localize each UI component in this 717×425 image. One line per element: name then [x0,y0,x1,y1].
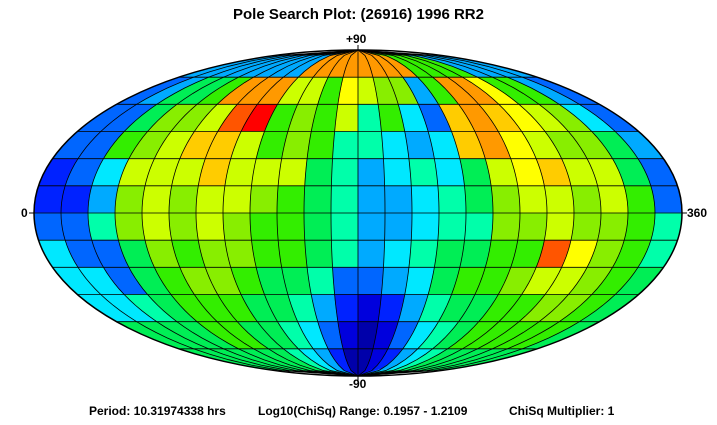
heatmap-cell [434,239,465,268]
heatmap-cell [277,158,308,187]
top-pole-label: +90 [346,32,367,46]
heatmap-cell [114,185,146,214]
heatmap-cell [357,104,382,132]
heatmap-cell [623,212,656,241]
heatmap-cell [650,185,682,214]
heatmap-cell [87,212,119,241]
right-longitude-label: 360 [687,206,708,220]
heatmap-cell [195,185,226,214]
heatmap-cell [303,185,332,214]
heatmap-cell [141,212,172,241]
heatmap-cell [251,158,282,187]
heatmap-cell [195,212,226,241]
heatmap-cell [277,239,308,268]
heatmap-cell [222,185,252,214]
heatmap-cell [410,185,440,214]
heatmap-cell [357,294,382,322]
period-text: Period: 10.31974338 hrs [89,404,226,418]
heatmap-cell [650,212,682,241]
left-longitude-label: 0 [21,206,28,220]
heatmap-cell [114,212,146,241]
heatmap-cell [570,185,602,214]
heatmap-cell [544,185,575,214]
heatmap-cell [490,212,521,241]
heatmap-cell [34,212,66,241]
chisq-multiplier-text: ChiSq Multiplier: 1 [509,404,615,418]
heatmap-cell [544,212,575,241]
heatmap-cell [437,212,467,241]
heatmap-cell [222,212,252,241]
heatmap-cell [597,185,629,214]
heatmap-cell [251,239,282,268]
heatmap-cell [303,212,332,241]
heatmap-cell [141,185,172,214]
heatmap-cell [410,212,440,241]
heatmap-cell [332,267,359,295]
heatmap-cell [331,158,359,187]
heatmap-cell [464,185,494,214]
heatmap-cell [464,212,494,241]
heatmap-cell [331,239,359,268]
heatmap-cell [381,131,410,159]
heatmap-cell [249,212,279,241]
heatmap-cell [276,212,306,241]
heatmap-cell [623,185,656,214]
heatmap-cell [334,294,359,322]
heatmap-cell [168,185,199,214]
heatmap-cell [408,158,439,187]
heatmap-cell [517,212,548,241]
heatmap-cell [357,185,386,214]
heatmap-cell [357,212,386,241]
heatmap-cell [334,104,359,132]
heatmap-cell [383,239,412,268]
heatmap-cell [383,158,412,187]
heatmap-cell [306,131,335,159]
heatmap-cell [87,185,119,214]
heatmap-cell [434,158,465,187]
bottom-pole-label: -90 [349,377,367,391]
heatmap-cell [168,212,199,241]
heatmap-cell [570,212,602,241]
pole-search-plot [29,45,687,381]
heatmap-cell [384,185,413,214]
heatmap-cell [437,185,467,214]
heatmap-cell [517,185,548,214]
heatmap-cell [384,212,413,241]
heatmap-cell [330,185,359,214]
heatmap-cell [381,267,410,295]
heatmap-cell [304,239,333,268]
heatmap-cell [304,158,333,187]
heatmap-cell [357,267,384,295]
heatmap-cell [34,185,66,214]
heatmap-cell [597,212,629,241]
heatmap-cell [357,131,384,159]
chisq-range-text: Log10(ChiSq) Range: 0.1957 - 1.2109 [258,404,468,418]
heatmap-cell [60,185,93,214]
heatmap-cell [332,131,359,159]
heatmap-cell [490,185,521,214]
heatmap-cell [357,158,385,187]
heatmap-cell [249,185,279,214]
heatmap-cell [330,212,359,241]
heatmap-cell [60,212,93,241]
heatmap-cell [306,267,335,295]
heatmap-cell [276,185,306,214]
heatmap-cell [357,239,385,268]
heatmap-cell [408,239,439,268]
